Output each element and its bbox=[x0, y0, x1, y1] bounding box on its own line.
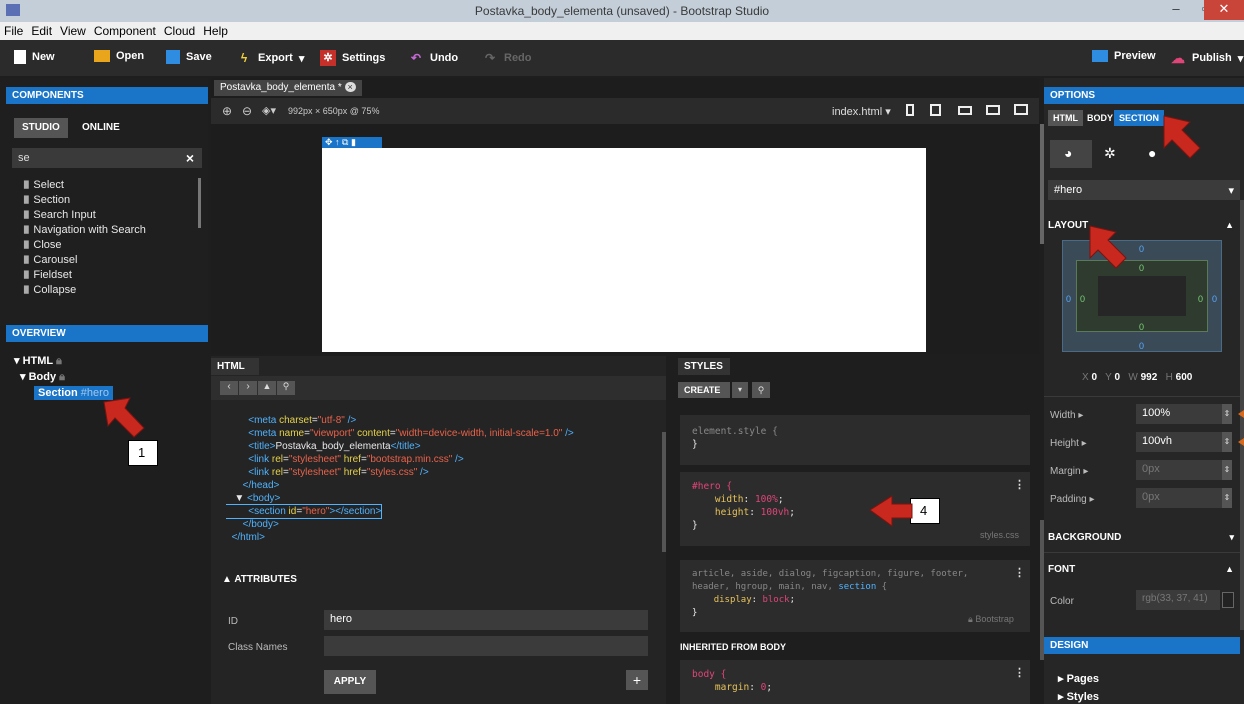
callout-arrow-1 bbox=[103, 397, 145, 438]
callout-arrow-height bbox=[1238, 438, 1244, 446]
annotation-overlay bbox=[103, 115, 1244, 527]
callout-arrow-width bbox=[1238, 410, 1244, 418]
callout-arrow-section-tab bbox=[1163, 115, 1201, 159]
callout-arrow-4 bbox=[869, 495, 913, 527]
callout-arrow-layout bbox=[1089, 225, 1127, 269]
